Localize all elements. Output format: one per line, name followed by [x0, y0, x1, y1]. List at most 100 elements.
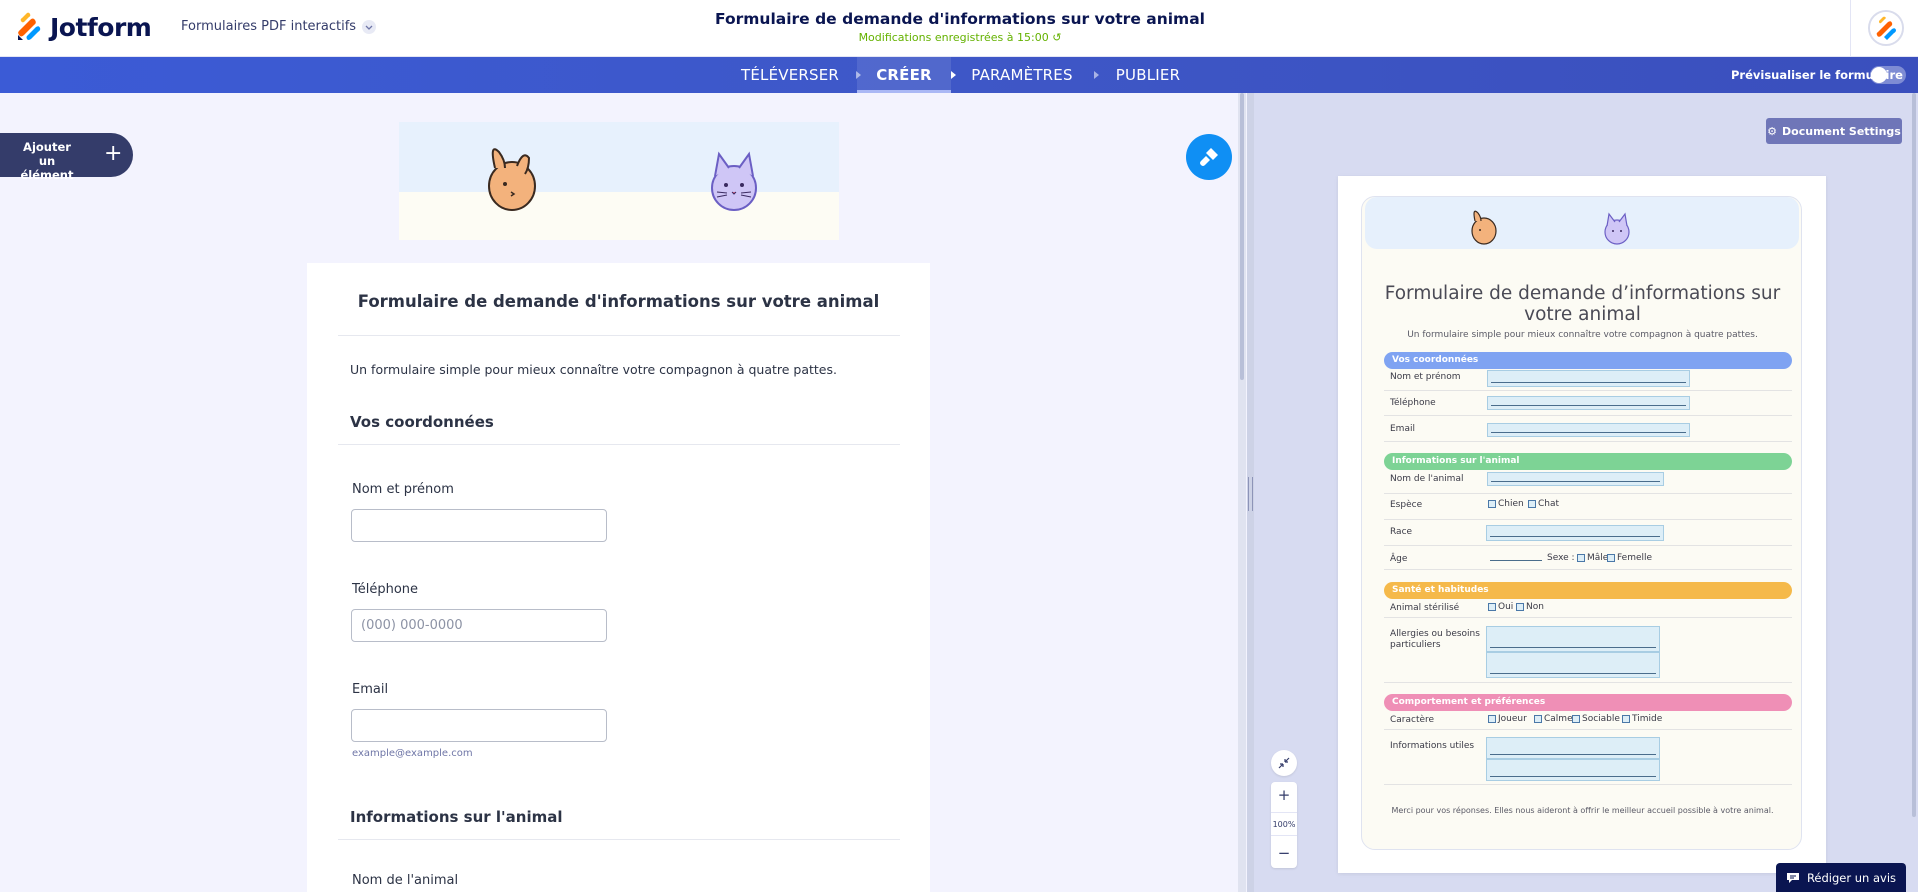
toggle-knob [1871, 67, 1887, 83]
tab-create[interactable]: CRÉER [857, 57, 951, 93]
document-settings-label: Document Settings [1782, 124, 1901, 138]
pdf-email-field[interactable] [1487, 423, 1690, 437]
avatar-logo-icon [1870, 12, 1902, 44]
option-label: Femelle [1617, 553, 1653, 563]
pdf-option-calm[interactable]: Calme [1534, 714, 1573, 724]
pdf-age-field[interactable] [1487, 552, 1545, 564]
user-avatar[interactable] [1868, 10, 1904, 46]
header-divider [1850, 0, 1851, 57]
pdf-label-sex: Sexe : [1547, 553, 1575, 563]
splitter-handle[interactable] [1248, 477, 1253, 511]
checkbox[interactable] [1528, 500, 1536, 508]
pdf-label-email: Email [1390, 424, 1415, 434]
checkbox[interactable] [1488, 603, 1496, 611]
document-title[interactable]: Formulaire de demande d'informations sur… [660, 10, 1260, 28]
pdf-allergies-field-1[interactable] [1486, 626, 1660, 652]
document-settings-button[interactable]: ⚙ Document Settings [1766, 118, 1902, 144]
form-subtitle[interactable]: Un formulaire simple pour mieux connaîtr… [350, 362, 837, 377]
pdf-option-dog[interactable]: Chien [1488, 499, 1524, 509]
pdf-info-field-2[interactable] [1486, 759, 1660, 781]
pdf-option-sociable[interactable]: Sociable [1572, 714, 1620, 724]
pdf-animal-name-field[interactable] [1487, 472, 1664, 486]
pdf-option-yes[interactable]: Oui [1488, 602, 1513, 612]
top-header: Jotform Formulaires PDF interactifs Form… [0, 0, 1918, 57]
field-label-animal-name: Nom de l'animal [352, 873, 459, 888]
pets-banner-image [399, 122, 839, 240]
pdf-option-shy[interactable]: Timide [1622, 714, 1662, 724]
pdf-phone-field[interactable] [1487, 396, 1690, 410]
tab-publish[interactable]: PUBLIER [1108, 57, 1188, 93]
checkbox[interactable] [1577, 554, 1585, 562]
jotform-logo[interactable]: Jotform [16, 12, 152, 42]
checkbox[interactable] [1516, 603, 1524, 611]
divider [338, 444, 900, 445]
chat-bubble-icon [1786, 872, 1799, 883]
pdf-option-playful[interactable]: Joueur [1488, 714, 1527, 724]
pdf-option-male[interactable]: Mâle [1577, 553, 1608, 563]
pdf-allergies-field-2[interactable] [1486, 652, 1660, 678]
checkbox[interactable] [1622, 715, 1630, 723]
zoom-out-button[interactable]: − [1271, 840, 1297, 866]
pets-banner-small-image [1471, 210, 1630, 245]
pdf-label-animal-name: Nom de l'animal [1390, 474, 1464, 484]
phone-input[interactable] [351, 609, 607, 642]
email-input[interactable] [351, 709, 607, 742]
pdf-subtitle: Un formulaire simple pour mieux connaîtr… [1407, 330, 1758, 340]
checkbox[interactable] [1488, 715, 1496, 723]
editor-scrollbar-thumb[interactable] [1240, 93, 1244, 380]
form-title[interactable]: Formulaire de demande d'informations sur… [307, 292, 930, 311]
pdf-row-line [1384, 729, 1792, 730]
jotform-logo-icon [18, 12, 41, 40]
tab-upload[interactable]: TÉLÉVERSER [735, 57, 845, 93]
tab-settings[interactable]: PARAMÈTRES [962, 57, 1082, 93]
checkbox[interactable] [1607, 554, 1615, 562]
pdf-row-line [1384, 617, 1792, 618]
pdf-option-cat[interactable]: Chat [1528, 499, 1559, 509]
name-input[interactable] [351, 509, 607, 542]
pdf-breed-field[interactable] [1486, 525, 1664, 541]
pdf-section-contact: Vos coordonnées [1384, 352, 1792, 369]
pdf-option-female[interactable]: Femelle [1607, 553, 1652, 563]
pdf-name-field[interactable] [1487, 370, 1690, 387]
option-label: Non [1526, 602, 1544, 612]
section-heading-contact[interactable]: Vos coordonnées [350, 413, 494, 431]
field-label-email: Email [352, 682, 389, 697]
option-label: Chien [1498, 499, 1524, 509]
pdf-row-line [1384, 441, 1792, 442]
zoom-level: 100% [1271, 812, 1297, 836]
pdf-info-field-1[interactable] [1486, 737, 1660, 759]
pdf-footer-note: Merci pour vos réponses. Elles nous aide… [1391, 806, 1774, 815]
pdf-title: Formulaire de demande d’informations sur… [1384, 283, 1781, 325]
option-label: Joueur [1498, 714, 1527, 724]
form-designer-button[interactable] [1186, 134, 1232, 180]
option-label: Oui [1498, 602, 1514, 612]
section-heading-animal[interactable]: Informations sur l'animal [350, 808, 562, 826]
preview-toggle[interactable] [1870, 66, 1906, 84]
gear-icon: ⚙ [1767, 124, 1778, 138]
form-header-image[interactable] [399, 122, 839, 240]
pdf-label-species: Espèce [1390, 500, 1423, 510]
option-label: Calme [1544, 714, 1573, 724]
checkbox[interactable] [1488, 500, 1496, 508]
pdf-header-image [1365, 197, 1799, 249]
pdf-page: Formulaire de demande d’informations sur… [1338, 176, 1826, 873]
option-label: Chat [1538, 499, 1560, 509]
form-editor: Ajouter un élément + Formulaire de deman… [0, 93, 1247, 892]
product-switcher[interactable]: Formulaires PDF interactifs [181, 19, 377, 34]
pdf-option-no[interactable]: Non [1516, 602, 1544, 612]
divider [338, 839, 900, 840]
fit-to-screen-button[interactable] [1271, 750, 1297, 776]
write-review-button[interactable]: Rédiger un avis [1776, 863, 1906, 892]
nav-separator-icon [951, 71, 956, 79]
product-name: Formulaires PDF interactifs [181, 19, 357, 34]
checkbox[interactable] [1572, 715, 1580, 723]
preview-scrollbar-thumb[interactable] [1912, 93, 1916, 817]
history-icon[interactable]: ↺ [1052, 31, 1061, 44]
pdf-row-line [1384, 545, 1792, 546]
pdf-label-useful-info: Informations utiles [1390, 741, 1475, 751]
pdf-row-line [1384, 569, 1792, 570]
add-element-button[interactable]: Ajouter un élément + [0, 133, 133, 182]
pdf-section-animal: Informations sur l'animal [1384, 453, 1792, 470]
checkbox[interactable] [1534, 715, 1542, 723]
zoom-in-button[interactable]: + [1271, 782, 1297, 808]
